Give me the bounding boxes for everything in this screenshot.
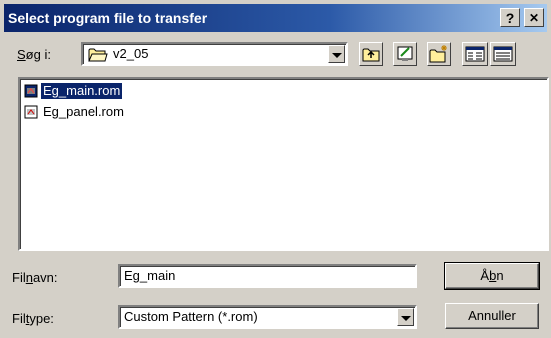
desktop-icon bbox=[397, 46, 413, 61]
up-one-level-button[interactable] bbox=[359, 42, 383, 66]
filetype-label: Filtype: bbox=[12, 311, 54, 326]
title-bar[interactable]: Select program file to transfer ? ✕ bbox=[4, 4, 547, 32]
chevron-down-icon[interactable] bbox=[328, 45, 345, 63]
details-view-button[interactable] bbox=[490, 42, 516, 66]
desktop-button[interactable] bbox=[393, 42, 417, 66]
new-folder-icon bbox=[429, 45, 447, 63]
filename-input[interactable]: Eg_main bbox=[118, 264, 417, 288]
cancel-button[interactable]: Annuller bbox=[445, 303, 539, 329]
rom-file-icon bbox=[24, 84, 38, 98]
file-list[interactable]: Eg_main.rom Eg_panel.rom bbox=[18, 77, 549, 251]
folder-icon bbox=[88, 48, 108, 62]
open-button[interactable]: Åbn bbox=[444, 262, 540, 290]
rom-file-icon bbox=[24, 105, 38, 119]
window-title: Select program file to transfer bbox=[8, 10, 208, 26]
new-folder-button[interactable] bbox=[427, 42, 451, 66]
file-dialog-window: Select program file to transfer ? ✕ Søg … bbox=[0, 0, 551, 338]
help-button[interactable]: ? bbox=[500, 8, 520, 27]
chevron-down-icon[interactable] bbox=[397, 308, 414, 326]
file-name: Eg_main.rom bbox=[39, 82, 124, 100]
list-view-button[interactable] bbox=[462, 42, 488, 66]
look-in-label: Søg i: bbox=[17, 47, 51, 62]
filename-value: Eg_main bbox=[124, 268, 176, 283]
close-icon: ✕ bbox=[528, 11, 540, 25]
details-view-icon bbox=[493, 46, 513, 62]
look-in-value: v2_05 bbox=[113, 46, 149, 61]
list-view-icon bbox=[465, 46, 485, 62]
look-in-dropdown[interactable]: v2_05 bbox=[81, 42, 348, 66]
filetype-dropdown[interactable]: Custom Pattern (*.rom) bbox=[118, 305, 417, 329]
filetype-value: Custom Pattern (*.rom) bbox=[124, 309, 258, 324]
file-name: Eg_panel.rom bbox=[43, 104, 124, 119]
help-icon: ? bbox=[505, 10, 515, 26]
up-folder-icon bbox=[362, 48, 380, 62]
close-button[interactable]: ✕ bbox=[524, 8, 544, 27]
filename-label: Filnavn: bbox=[12, 270, 58, 285]
